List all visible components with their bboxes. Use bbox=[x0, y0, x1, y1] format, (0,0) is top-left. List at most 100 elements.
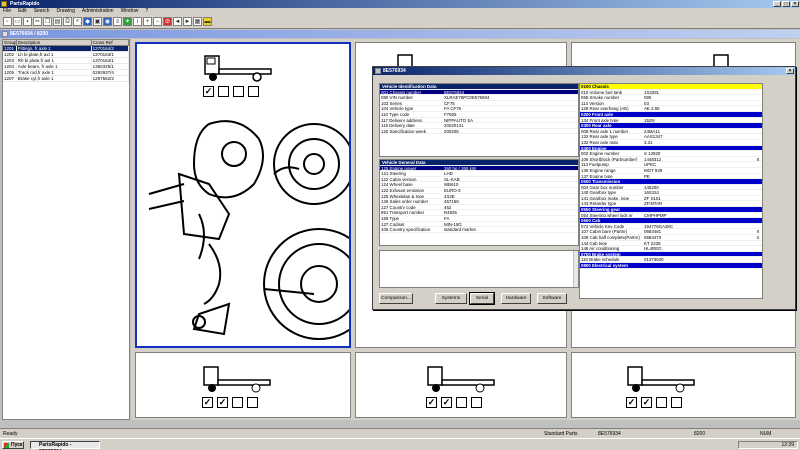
hardware-button[interactable]: Hardware bbox=[501, 293, 531, 304]
checkbox[interactable]: ✓ bbox=[641, 397, 652, 408]
notes-area[interactable] bbox=[379, 250, 579, 288]
field-mark bbox=[754, 123, 762, 128]
field-value bbox=[642, 146, 754, 151]
info-icon[interactable]: i bbox=[133, 17, 142, 26]
software-button[interactable]: Software bbox=[537, 293, 567, 304]
menu-drawing[interactable]: Drawing bbox=[57, 8, 75, 15]
minimize-button[interactable]: _ bbox=[773, 1, 781, 7]
start-button[interactable]: Пуск bbox=[2, 441, 24, 449]
column-header-group[interactable]: Group bbox=[3, 40, 17, 45]
cut-icon[interactable]: ✂ bbox=[33, 17, 42, 26]
menu-help[interactable]: ? bbox=[145, 8, 148, 15]
menu-search[interactable]: Search bbox=[34, 8, 50, 15]
field-name: 140 Gearbox type bbox=[581, 190, 616, 195]
checkbox[interactable]: ✓ bbox=[441, 397, 452, 408]
close-button[interactable]: × bbox=[791, 1, 799, 7]
checkbox[interactable] bbox=[471, 397, 482, 408]
back-icon[interactable]: ◄ bbox=[173, 17, 182, 26]
forward-icon[interactable]: ► bbox=[183, 17, 192, 26]
field-value: 360 hp / 265 kW bbox=[444, 165, 476, 171]
taskbar-item-partsrapido[interactable]: PartsRapido - 8E576934... bbox=[30, 441, 100, 450]
menu-window[interactable]: Window bbox=[121, 8, 139, 15]
dialog-close-button[interactable]: × bbox=[786, 68, 794, 74]
field-mark bbox=[754, 190, 762, 195]
field-name: 113 Fuelpump bbox=[581, 162, 609, 167]
open-icon[interactable]: ▭ bbox=[13, 17, 22, 26]
checkbox[interactable] bbox=[247, 397, 258, 408]
zoom-out-icon[interactable]: − bbox=[153, 17, 162, 26]
stop-icon[interactable]: ⊘ bbox=[163, 17, 172, 26]
document-title-bar: 8E576934 / 8200 bbox=[0, 30, 800, 38]
field-name: 144 Cab type bbox=[581, 240, 608, 246]
field-value: SL-KAB bbox=[444, 176, 460, 182]
field-mark bbox=[754, 241, 762, 246]
description-cell: Fittings, fr axle 1 bbox=[17, 46, 92, 51]
field-name: 851 Transport number bbox=[381, 210, 425, 215]
field-value: 01373630 bbox=[644, 257, 664, 262]
find-icon[interactable]: ⌕ bbox=[73, 17, 82, 26]
group-list-row[interactable]: 1207 Brake cyl,fr axle 1 1297562/2 bbox=[3, 76, 129, 82]
list-icon[interactable]: ≡ bbox=[113, 17, 122, 26]
group-cell: 1202 bbox=[3, 52, 17, 57]
checkbox[interactable]: ✓ bbox=[217, 397, 228, 408]
drawing-cell[interactable]: ✓ ✓ bbox=[571, 352, 796, 418]
data-row[interactable]: 105 Country specification standard market bbox=[380, 227, 578, 233]
system-tray: 12:39 bbox=[738, 441, 798, 449]
field-mark bbox=[754, 134, 762, 139]
checkbox[interactable] bbox=[232, 397, 243, 408]
drawing-cell[interactable]: ✓ ✓ bbox=[355, 352, 567, 418]
drawing-cell-selected[interactable]: ✓ bbox=[135, 42, 351, 348]
truck-icon bbox=[203, 366, 271, 393]
menu-file[interactable]: File bbox=[3, 8, 11, 15]
maximize-button[interactable]: □ bbox=[782, 1, 790, 7]
systems-button[interactable]: Systems bbox=[435, 293, 467, 304]
save-icon[interactable]: ▪ bbox=[23, 17, 32, 26]
field-value: CMPHPMP bbox=[644, 212, 667, 218]
checkbox-axle-3[interactable] bbox=[233, 86, 244, 97]
field-name: 110 Brake schedule bbox=[581, 257, 620, 262]
paste-icon[interactable]: ▤ bbox=[53, 17, 62, 26]
drawing-icon[interactable]: ◉ bbox=[103, 17, 112, 26]
menu-bar: File Edit Search Drawing Administration … bbox=[0, 8, 800, 15]
print-icon[interactable]: ⎙ bbox=[63, 17, 72, 26]
notes-scrollbar[interactable] bbox=[573, 251, 578, 287]
zoom-in-icon[interactable]: + bbox=[143, 17, 152, 26]
field-mark bbox=[754, 224, 762, 229]
section-header-row[interactable]: 0800 Electrical system bbox=[580, 263, 762, 269]
field-value bbox=[642, 263, 754, 268]
copy-icon[interactable]: ❐ bbox=[43, 17, 52, 26]
wrench-icon[interactable]: ✦ bbox=[123, 17, 132, 26]
field-mark bbox=[754, 140, 762, 145]
checkbox[interactable] bbox=[456, 397, 467, 408]
dialog-title: 8E576934 bbox=[383, 68, 406, 74]
column-header-description[interactable]: Description bbox=[17, 40, 92, 45]
field-value bbox=[642, 84, 754, 89]
field-name: 0400 Engine bbox=[581, 145, 607, 151]
new-icon[interactable]: ▫ bbox=[3, 17, 12, 26]
drawing-cell[interactable]: ✓ ✓ bbox=[135, 352, 351, 418]
column-header-cross-ref[interactable]: Cross Ref bbox=[92, 40, 129, 45]
field-name: 127 Codiset bbox=[381, 221, 405, 227]
field-mark bbox=[754, 129, 762, 134]
field-name: 159 Type bbox=[381, 215, 399, 221]
window-icon[interactable]: ▦ bbox=[193, 17, 202, 26]
checkbox[interactable] bbox=[656, 397, 667, 408]
field-name: 143 Retarder type bbox=[581, 201, 617, 207]
menu-administration[interactable]: Administration bbox=[82, 8, 114, 15]
basket-icon[interactable]: ▬ bbox=[203, 17, 212, 26]
data-row[interactable]: 120 Specification week 200205 bbox=[380, 129, 578, 135]
checkbox-axle-4[interactable] bbox=[248, 86, 259, 97]
parts-icon[interactable]: ◆ bbox=[83, 17, 92, 26]
field-mark bbox=[754, 84, 762, 89]
comparison-button[interactable]: Comparison... bbox=[379, 293, 413, 304]
vehicle-icon[interactable]: ▣ bbox=[93, 17, 102, 26]
field-name: 0600 Cab bbox=[581, 218, 601, 223]
checkbox[interactable]: ✓ bbox=[202, 397, 213, 408]
checkbox[interactable]: ✓ bbox=[626, 397, 637, 408]
checkbox-axle-2[interactable] bbox=[218, 86, 229, 97]
serial-button[interactable]: Serial bbox=[469, 292, 495, 305]
checkbox[interactable]: ✓ bbox=[426, 397, 437, 408]
checkbox[interactable] bbox=[671, 397, 682, 408]
checkbox-axle-1[interactable]: ✓ bbox=[203, 86, 214, 97]
menu-edit[interactable]: Edit bbox=[18, 8, 27, 15]
